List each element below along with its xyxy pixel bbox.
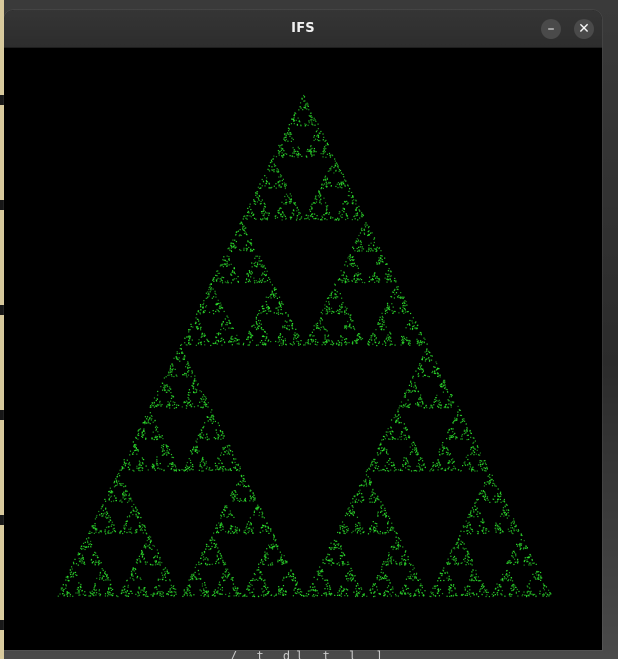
window-title: IFS — [291, 21, 315, 36]
ifs-window[interactable]: IFS – ✕ — [4, 10, 602, 650]
fractal-canvas — [4, 48, 602, 650]
minimize-icon: – — [547, 21, 555, 37]
window-titlebar[interactable]: IFS – ✕ — [4, 10, 602, 48]
sierpinski-fractal — [4, 48, 602, 650]
desktop-text-snippet: / t dl t l ] — [230, 650, 389, 659]
close-button[interactable]: ✕ — [574, 19, 594, 39]
minimize-button[interactable]: – — [541, 19, 561, 39]
close-icon: ✕ — [578, 21, 590, 37]
